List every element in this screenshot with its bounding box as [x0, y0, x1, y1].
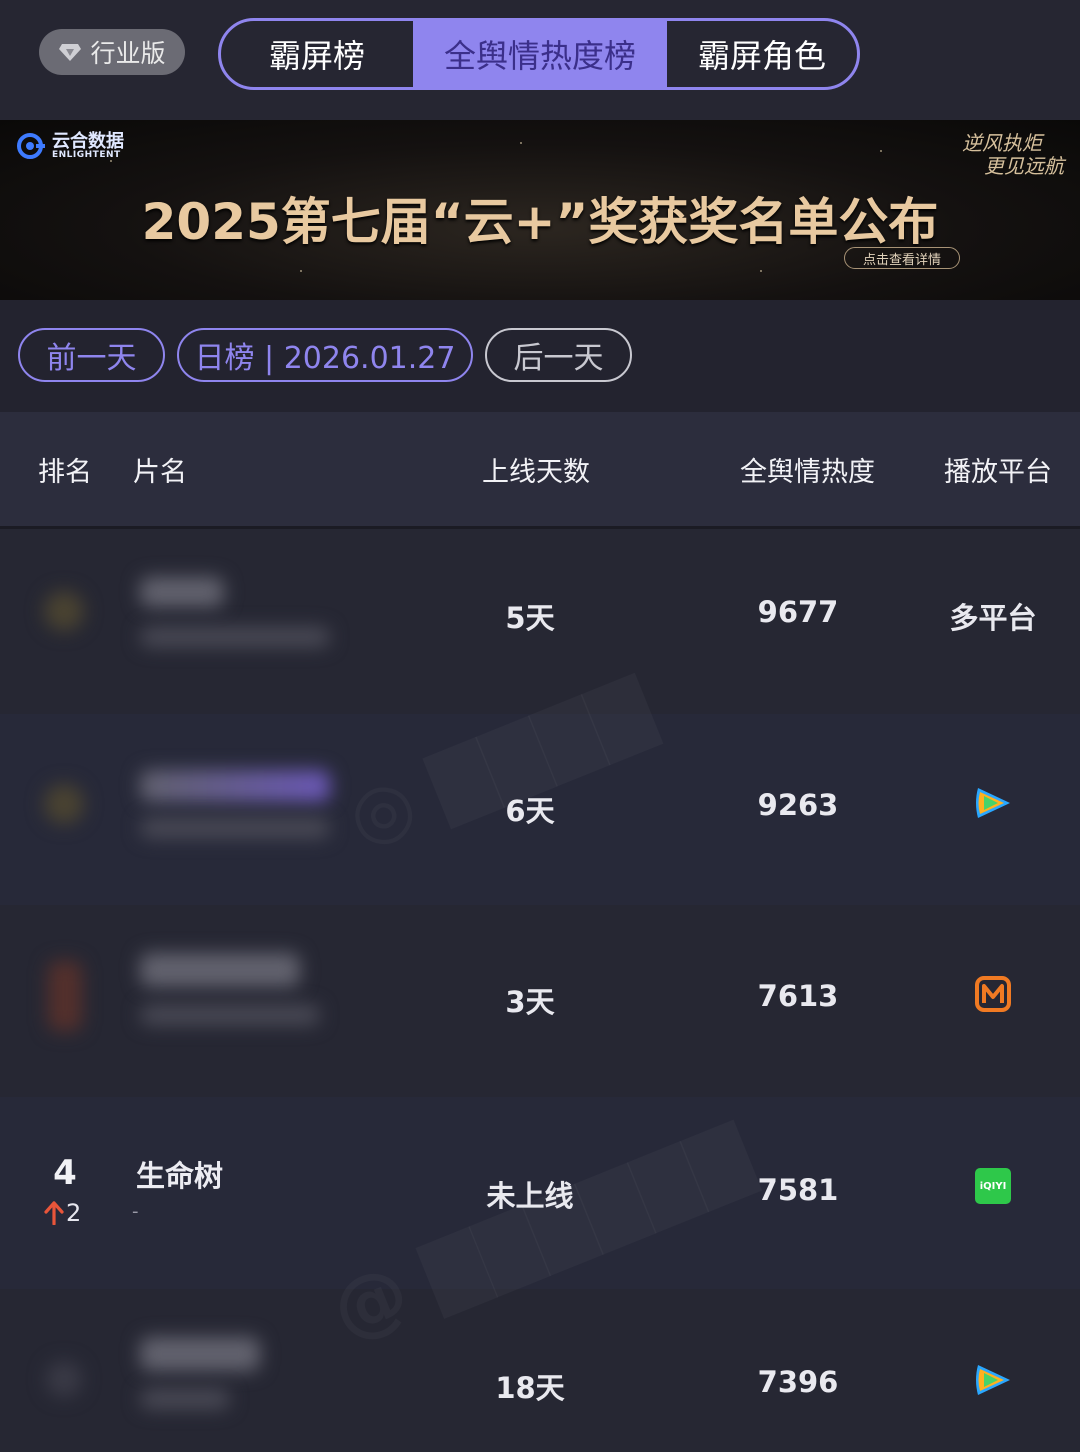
tab-public-opinion-heat[interactable]: 全舆情热度榜 — [413, 21, 667, 87]
tab-dominant-roles[interactable]: 霸屏角色 — [667, 21, 857, 87]
show-subtitle: - — [132, 1201, 139, 1222]
tab-screen-dominance[interactable]: 霸屏榜 — [221, 21, 413, 87]
table-row[interactable]: 3天 7613 — [0, 905, 1080, 1097]
industry-edition-badge[interactable]: 行业版 — [39, 29, 185, 75]
days-online: 18天 — [495, 1371, 565, 1405]
next-day-button[interactable]: 后一天 — [485, 328, 632, 382]
blurred-rank-badge — [44, 591, 84, 631]
heat-value: 9263 — [757, 788, 839, 822]
ranking-tabs: 霸屏榜 全舆情热度榜 霸屏角色 — [218, 18, 860, 90]
industry-edition-label: 行业版 — [90, 39, 166, 68]
tencent-video-icon — [976, 788, 1010, 818]
diamond-icon — [59, 44, 82, 61]
top-bar: 行业版 霸屏榜 全舆情热度榜 霸屏角色 — [0, 0, 1080, 120]
heat-value: 7613 — [757, 979, 839, 1013]
table-row[interactable]: 4 2 生命树 - 未上线 7581 iQIYI — [0, 1097, 1080, 1289]
blurred-rank-badge — [46, 1361, 82, 1397]
previous-day-button[interactable]: 前一天 — [18, 328, 165, 382]
days-online: 3天 — [505, 985, 555, 1019]
banner-sparkle — [760, 270, 762, 272]
blurred-title — [140, 953, 300, 987]
brand-name-cn: 云合数据 — [52, 130, 124, 152]
tencent-video-icon — [976, 1365, 1010, 1395]
heat-value: 7581 — [757, 1173, 839, 1207]
days-online: 6天 — [505, 794, 555, 828]
slogan-line-1: 逆风执炬 — [962, 131, 1042, 155]
show-title[interactable]: 生命树 — [136, 1153, 223, 1195]
enlightent-logo: 云合数据 ENLIGHTENT — [16, 132, 124, 160]
column-header-platform: 播放平台 — [944, 457, 1052, 488]
banner-slogan: 逆风执炬 更见远航 — [962, 132, 1072, 178]
heat-value: 9677 — [757, 595, 839, 629]
banner-details-button[interactable]: 点击查看详情 — [844, 247, 960, 269]
daily-chart-date-button[interactable]: 日榜 | 2026.01.27 — [177, 328, 473, 382]
blurred-subtitle — [140, 1389, 230, 1409]
heat-value: 7396 — [757, 1365, 839, 1399]
column-header-days-online: 上线天数 — [482, 457, 590, 488]
table-row[interactable]: 5天 9677 多平台 — [0, 529, 1080, 721]
blurred-subtitle — [140, 1005, 320, 1025]
days-online: 5天 — [505, 601, 555, 635]
enlightent-logo-icon — [17, 133, 45, 159]
days-online: 未上线 — [486, 1179, 574, 1213]
banner-sparkle — [520, 142, 522, 144]
blurred-rank-badge — [44, 784, 84, 824]
platform-label: 多平台 — [949, 601, 1037, 635]
banner-title: 2025第七届“云+”奖获奖名单公布 — [141, 193, 939, 251]
banner-sparkle — [880, 150, 882, 152]
blurred-title — [140, 770, 330, 802]
iqiyi-icon: iQIYI — [975, 1168, 1011, 1204]
table-row[interactable]: 18天 7396 — [0, 1289, 1080, 1452]
award-banner[interactable]: 云合数据 ENLIGHTENT 2025第七届“云+”奖获奖名单公布 点击查看详… — [0, 120, 1080, 300]
blurred-subtitle — [140, 627, 330, 647]
blurred-title — [140, 1337, 260, 1371]
column-header-heat: 全舆情热度 — [740, 457, 875, 488]
mango-tv-icon — [975, 976, 1011, 1012]
blurred-subtitle — [140, 818, 330, 838]
rank-change: 2 — [44, 1199, 81, 1227]
blurred-rank-badge — [48, 961, 82, 1031]
column-header-title: 片名 — [133, 457, 187, 488]
blurred-title — [140, 577, 224, 607]
banner-sparkle — [110, 160, 112, 162]
column-header-rank: 排名 — [38, 457, 92, 488]
arrow-up-icon — [44, 1201, 64, 1225]
date-navigation: 前一天 日榜 | 2026.01.27 后一天 — [0, 300, 1080, 412]
rank-number: 4 — [53, 1153, 77, 1193]
table-header: 排名 片名 上线天数 全舆情热度 播放平台 — [0, 412, 1080, 529]
banner-sparkle — [300, 270, 302, 272]
brand-name-en: ENLIGHTENT — [52, 149, 121, 160]
rank-change-value: 2 — [66, 1199, 82, 1227]
slogan-line-2: 更见远航 — [984, 154, 1064, 178]
table-row[interactable]: 6天 9263 — [0, 714, 1080, 906]
